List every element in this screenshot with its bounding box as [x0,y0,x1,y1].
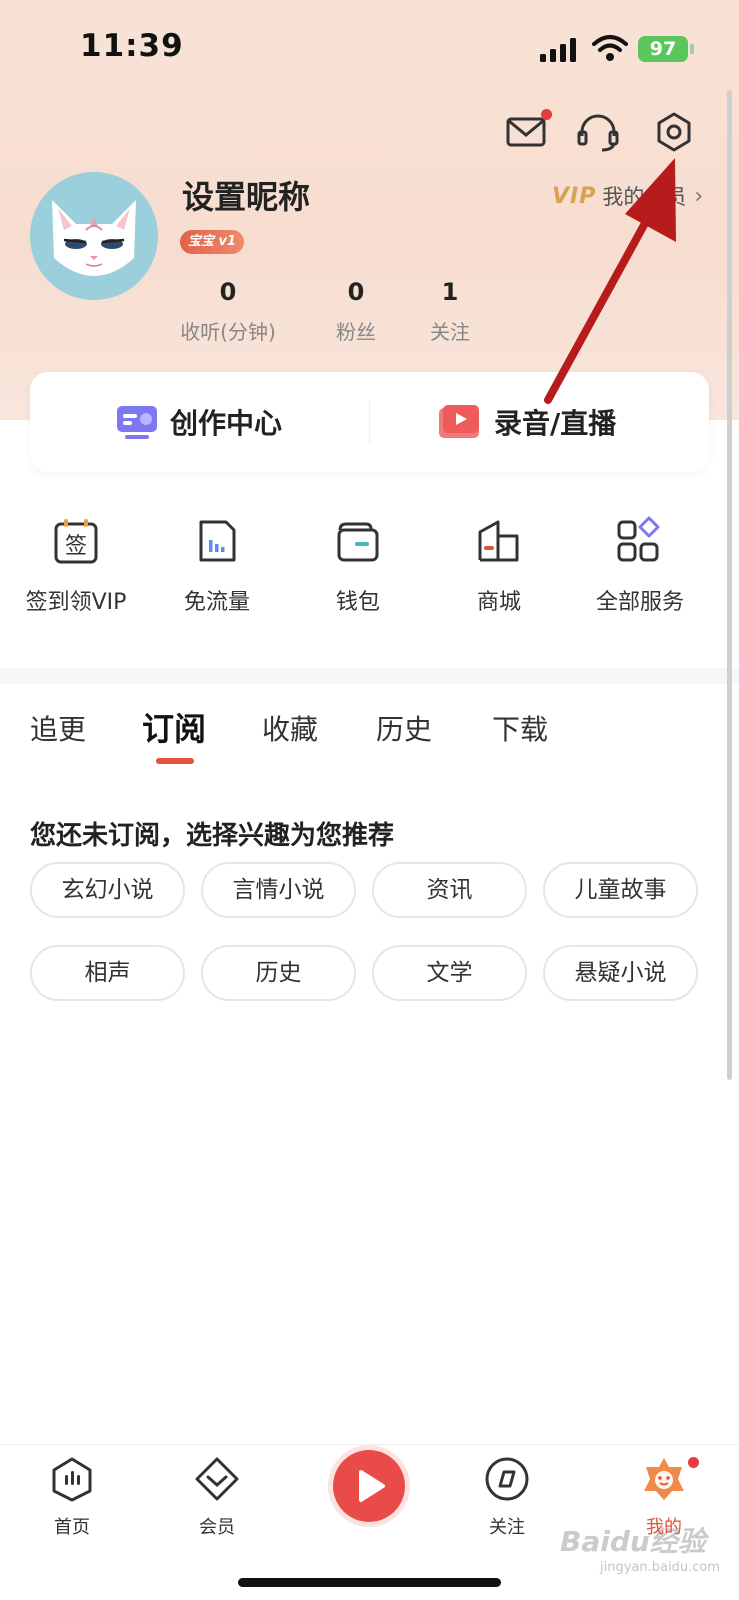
stat-value: 0 [347,278,365,306]
stat-value: 1 [441,278,459,306]
service-label: 商城 [476,590,521,615]
interest-chip[interactable]: 玄幻小说 [30,862,185,918]
follow-icon [485,1457,529,1501]
mail-unread-dot [541,109,552,120]
card-divider [369,400,370,444]
nav-label: 会员 [199,1517,235,1538]
record-live-button[interactable]: 录音/直播 [438,372,616,472]
record-live-icon [439,405,479,438]
interest-chip[interactable]: 历史 [201,945,356,1001]
cat-avatar-icon [30,172,158,300]
nickname[interactable]: 设置昵称 [182,172,310,218]
tab-history[interactable]: 历史 [376,708,432,748]
home-icon [52,1457,92,1502]
service-label: 钱包 [335,590,380,615]
vip-logo: VIP [552,183,597,209]
active-tab-indicator [156,758,194,764]
interest-chip[interactable]: 资讯 [372,862,527,918]
stat-label: 收听(分钟) [180,320,276,344]
stat-label: 关注 [430,320,470,344]
service-wallet[interactable]: 钱包 [288,516,428,616]
subscribe-prompt: 您还未订阅，选择兴趣为您推荐 [30,821,395,851]
me-icon [644,1458,684,1500]
service-label: 全部服务 [595,590,684,615]
stat-value: 0 [219,278,237,306]
creator-card: 创作中心 录音/直播 [30,372,709,472]
home-indicator [238,1578,501,1587]
play-icon [359,1470,385,1502]
service-sign-in[interactable]: 签 签到领VIP [6,516,146,616]
chevron-right-icon: › [694,183,704,209]
avatar[interactable] [30,172,158,300]
vip-label: 我的会员 [602,185,687,209]
section-separator [0,668,739,684]
service-data-free[interactable]: 免流量 [147,516,287,616]
wallet-icon [337,522,379,562]
stat-listen[interactable]: 0 收听(分钟) [178,278,278,345]
record-live-label: 录音/直播 [494,407,617,440]
service-all[interactable]: 全部服务 [570,516,710,616]
battery-tip [690,44,694,54]
tab-downloads[interactable]: 下载 [492,708,548,748]
battery-indicator: 97 [638,36,688,62]
service-store[interactable]: 商城 [429,516,569,616]
service-label: 免流量 [183,590,250,615]
nav-vip[interactable]: 会员 [167,1455,267,1539]
interest-chip[interactable]: 悬疑小说 [543,945,698,1001]
interest-chip[interactable]: 儿童故事 [543,862,698,918]
all-services-icon [617,516,660,562]
nav-follow[interactable]: 关注 [457,1455,557,1539]
cellular-signal-icon [540,38,576,62]
watermark-url: jingyan.baidu.com [600,1560,720,1575]
tab-updates[interactable]: 追更 [30,708,86,748]
me-notification-dot [688,1457,699,1468]
wifi-icon [592,35,628,61]
headset-icon[interactable] [574,108,622,156]
play-button[interactable] [333,1450,405,1522]
data-free-icon [199,520,236,562]
scrollbar[interactable] [727,90,732,1080]
sign-in-icon-glyph: 签 [65,534,87,559]
interest-chip[interactable]: 言情小说 [201,862,356,918]
creation-center-button[interactable]: 创作中心 [116,372,282,472]
nav-home[interactable]: 首页 [22,1455,122,1539]
my-vip-link[interactable]: VIP 我的会员 › [552,178,703,214]
tab-subscriptions[interactable]: 订阅 [142,704,206,750]
level-badge: 宝宝 v1 [180,230,245,254]
stat-label: 粉丝 [336,320,376,344]
watermark-logo: Baidu经验 [560,1525,706,1558]
status-bar: 11:39 97 [0,0,739,100]
creation-center-icon [117,406,157,439]
nav-label: 关注 [489,1517,525,1538]
interest-chip[interactable]: 文学 [372,945,527,1001]
vip-icon [195,1457,239,1501]
settings-icon[interactable] [650,108,698,156]
store-icon [478,520,519,562]
stat-fans[interactable]: 0 粉丝 [316,278,396,345]
tab-favorites[interactable]: 收藏 [262,708,318,748]
stat-following[interactable]: 1 关注 [410,278,490,345]
status-time: 11:39 [80,28,184,64]
interest-chip[interactable]: 相声 [30,945,185,1001]
creation-center-label: 创作中心 [170,407,283,440]
sign-in-icon: 签 [54,519,98,564]
nav-label: 首页 [54,1517,90,1538]
service-label: 签到领VIP [25,590,127,615]
